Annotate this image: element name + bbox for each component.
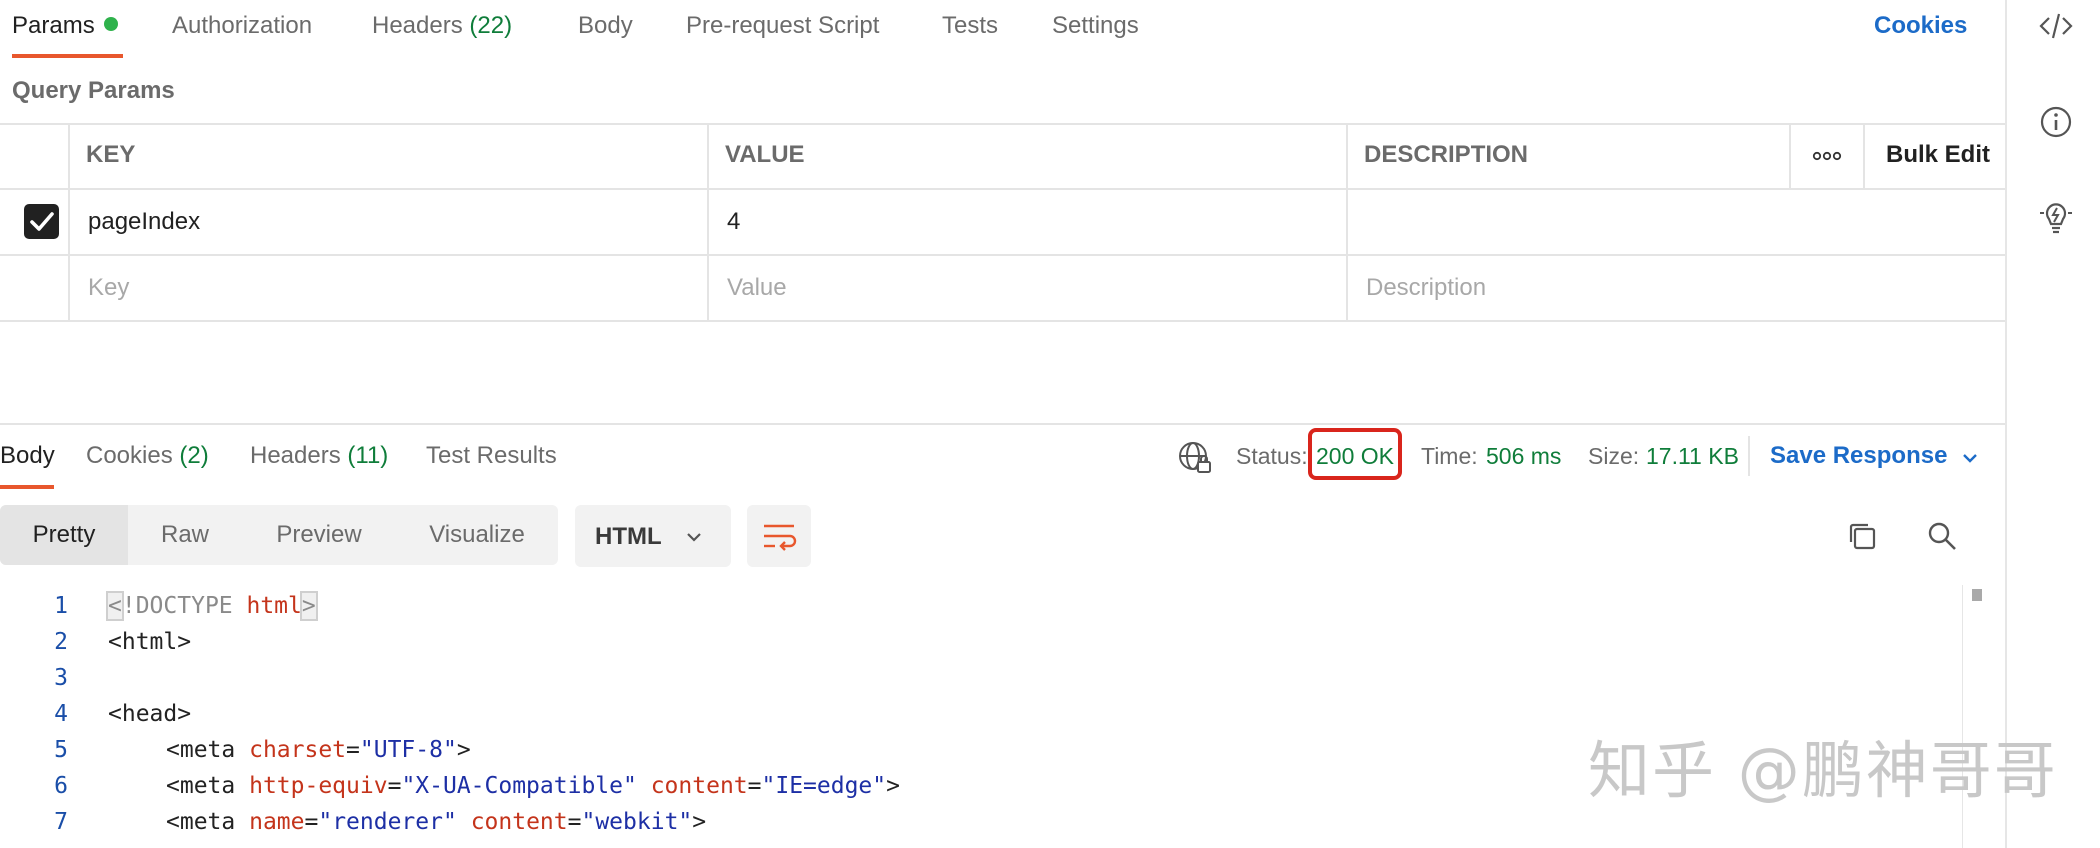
param-value-cell[interactable]: 4 bbox=[727, 208, 740, 236]
cookies-link[interactable]: Cookies bbox=[1874, 12, 1967, 40]
request-tabs: Params Authorization Headers (22) Body P… bbox=[0, 0, 2005, 58]
code-snippet-icon[interactable] bbox=[2038, 8, 2074, 44]
code-line-5: <meta charset="UTF-8"> bbox=[166, 737, 471, 763]
code-line-4: <head> bbox=[108, 701, 192, 727]
response-divider bbox=[0, 423, 2005, 425]
wrap-lines-icon bbox=[764, 524, 797, 551]
wrap-lines-button[interactable] bbox=[747, 505, 811, 567]
new-description-input[interactable]: Description bbox=[1366, 274, 1486, 302]
bulk-edit-button[interactable]: Bulk Edit bbox=[1886, 141, 1990, 169]
view-mode-raw[interactable]: Raw bbox=[128, 505, 242, 565]
col-divider bbox=[68, 123, 70, 322]
size-label: Size: bbox=[1588, 443, 1640, 469]
code-line-1: <!DOCTYPE html> bbox=[106, 591, 318, 621]
response-active-tab-indicator bbox=[0, 485, 54, 489]
column-header-description: DESCRIPTION bbox=[1364, 141, 1529, 168]
params-active-dot bbox=[103, 17, 118, 31]
watermark: 知乎 @鹏神哥哥 bbox=[1588, 734, 2058, 807]
response-tab-cookies[interactable]: Cookies (2) bbox=[86, 442, 209, 470]
chevron-down-icon bbox=[687, 533, 701, 542]
query-params-title: Query Params bbox=[12, 77, 175, 104]
line-number: 5 bbox=[54, 737, 68, 763]
new-key-input[interactable]: Key bbox=[88, 274, 129, 302]
table-border-bottom bbox=[0, 320, 2005, 322]
view-mode-visualize[interactable]: Visualize bbox=[396, 505, 558, 565]
time-label: Time: bbox=[1421, 443, 1478, 469]
table-border-row bbox=[0, 254, 2005, 256]
col-divider bbox=[1346, 123, 1348, 322]
more-options-icon[interactable] bbox=[1812, 146, 1842, 166]
status-label: Status: bbox=[1236, 443, 1308, 469]
code-scrollbar-thumb[interactable] bbox=[1972, 589, 1982, 601]
line-number: 1 bbox=[54, 593, 68, 619]
param-key-cell[interactable]: pageIndex bbox=[88, 208, 200, 236]
line-number: 7 bbox=[54, 809, 68, 835]
headers-count: (22) bbox=[469, 12, 513, 39]
chevron-down-icon[interactable] bbox=[1960, 448, 1980, 468]
copy-icon[interactable] bbox=[1846, 520, 1878, 552]
response-tab-body[interactable]: Body bbox=[0, 442, 55, 470]
col-divider bbox=[1863, 123, 1865, 189]
size-value[interactable]: 17.11 KB bbox=[1646, 443, 1739, 470]
view-mode-pretty[interactable]: Pretty bbox=[0, 505, 128, 565]
line-number: 3 bbox=[54, 665, 68, 691]
col-divider bbox=[1789, 123, 1791, 189]
tab-settings[interactable]: Settings bbox=[1052, 12, 1139, 40]
meta-separator bbox=[1748, 436, 1750, 476]
lightbulb-icon[interactable] bbox=[2038, 199, 2074, 235]
tab-authorization[interactable]: Authorization bbox=[172, 12, 312, 40]
col-divider bbox=[707, 123, 709, 322]
view-mode-preview[interactable]: Preview bbox=[242, 505, 396, 565]
line-number: 2 bbox=[54, 629, 68, 655]
table-border-top bbox=[0, 123, 2005, 125]
time-value[interactable]: 506 ms bbox=[1486, 443, 1561, 470]
tab-params[interactable]: Params bbox=[12, 12, 118, 40]
line-number: 4 bbox=[54, 701, 68, 727]
column-header-key: KEY bbox=[86, 141, 136, 168]
format-select-value: HTML bbox=[595, 523, 662, 550]
info-icon[interactable] bbox=[2038, 104, 2074, 140]
code-line-7: <meta name="renderer" content="webkit"> bbox=[166, 809, 707, 835]
search-icon[interactable] bbox=[1926, 520, 1958, 552]
param-enabled-checkbox[interactable] bbox=[24, 204, 59, 239]
tab-headers[interactable]: Headers (22) bbox=[372, 12, 512, 40]
response-tab-test-results[interactable]: Test Results bbox=[426, 442, 557, 470]
code-line-6: <meta http-equiv="X-UA-Compatible" conte… bbox=[166, 773, 900, 799]
line-number: 6 bbox=[54, 773, 68, 799]
tab-body[interactable]: Body bbox=[578, 12, 633, 40]
active-tab-indicator bbox=[12, 54, 123, 58]
check-icon bbox=[30, 212, 54, 231]
code-line-2: <html> bbox=[108, 629, 192, 655]
save-response-button[interactable]: Save Response bbox=[1770, 442, 1947, 470]
new-value-input[interactable]: Value bbox=[727, 274, 787, 302]
status-highlight-box bbox=[1308, 428, 1402, 480]
table-border-header bbox=[0, 188, 2005, 190]
network-globe-icon[interactable] bbox=[1177, 440, 1213, 476]
column-header-value: VALUE bbox=[725, 141, 805, 168]
tab-tests[interactable]: Tests bbox=[942, 12, 998, 40]
response-tab-headers[interactable]: Headers (11) bbox=[250, 442, 388, 470]
tab-pre-request-script[interactable]: Pre-request Script bbox=[686, 12, 879, 40]
